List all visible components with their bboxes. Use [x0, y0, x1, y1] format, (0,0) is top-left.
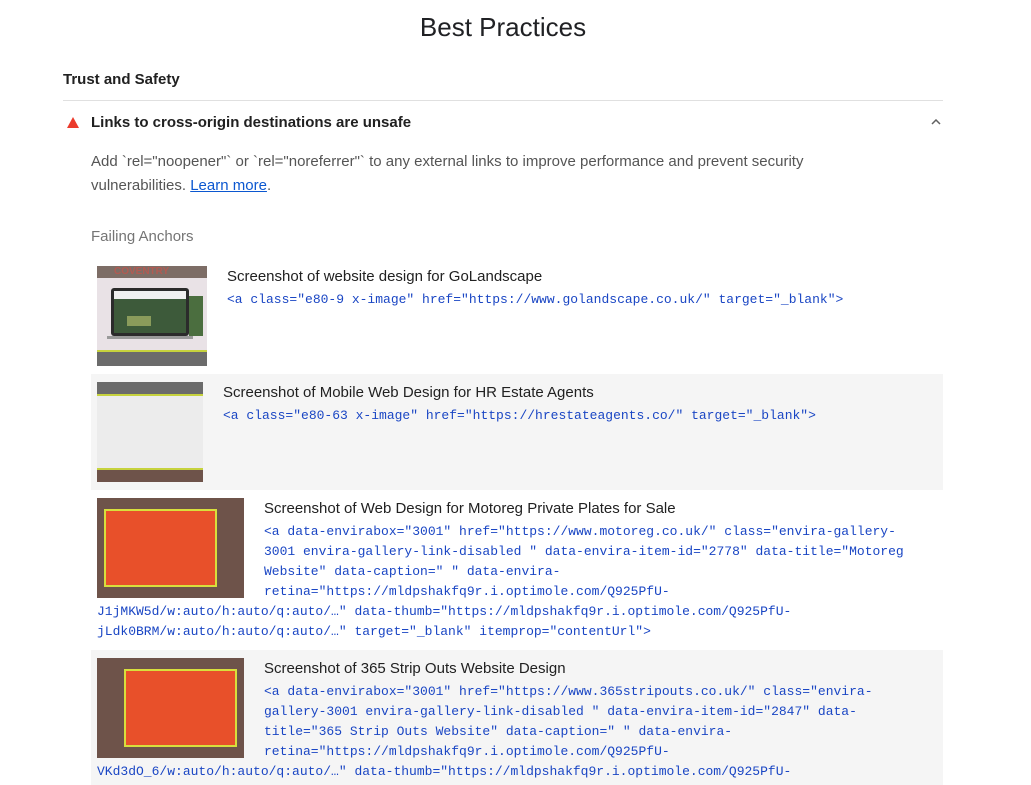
table-label: Failing Anchors	[91, 228, 194, 245]
snippet-line: J1jMKW5d/w:auto/h:auto/q:auto/…" data-th…	[97, 604, 792, 619]
snippet-line: <a data-envirabox="3001" href="https://w…	[264, 684, 873, 699]
node-label: Screenshot of website design for GoLands…	[227, 268, 543, 285]
thumb-brand-text: COVENTRY	[114, 266, 170, 277]
group-divider	[63, 100, 943, 101]
audit-title: Links to cross-origin destinations are u…	[91, 113, 412, 131]
thumbnail-image: COVENTRY	[97, 266, 207, 366]
snippet-line: VKd3dO_6/w:auto/h:auto/q:auto/…" data-th…	[97, 764, 792, 779]
table-row: Screenshot of Mobile Web Design for HR E…	[91, 374, 943, 490]
snippet-line: Website" data-caption=" " data-envira-	[264, 564, 561, 579]
snippet-line: title="365 Strip Outs Website" data-capt…	[264, 724, 733, 739]
node-snippet: <a data-envirabox="3001" href="https://w…	[91, 682, 943, 785]
fail-triangle-icon	[67, 116, 79, 128]
snippet-line: <a class="e80-9 x-image" href="https://w…	[227, 292, 844, 307]
thumbnail-image	[97, 382, 203, 482]
node-label: Screenshot of 365 Strip Outs Website Des…	[264, 660, 566, 677]
node-label: Screenshot of Mobile Web Design for HR E…	[223, 384, 594, 401]
snippet-line: retina="https://mldpshakfq9r.i.optimole.…	[264, 744, 670, 759]
snippet-line: 3001 envira-gallery-link-disabled " data…	[264, 544, 904, 559]
audit-header[interactable]: Links to cross-origin destinations are u…	[63, 111, 943, 133]
best-practices-page: Best Practices Trust and Safety Links to…	[0, 0, 1031, 785]
table-row: COVENTRY Screenshot of website design fo…	[91, 258, 943, 372]
chevron-up-icon[interactable]	[929, 115, 943, 129]
node-snippet: <a data-envirabox="3001" href="https://w…	[91, 522, 943, 650]
node-label: Screenshot of Web Design for Motoreg Pri…	[264, 500, 676, 517]
snippet-line: jLdk0BRM/w:auto/h:auto/q:auto/…" target=…	[97, 624, 651, 639]
snippet-line: retina="https://mldpshakfq9r.i.optimole.…	[264, 584, 670, 599]
snippet-line: <a data-envirabox="3001" href="https://w…	[264, 524, 896, 539]
category-title: Best Practices	[419, 12, 587, 42]
learn-more-link[interactable]: Learn more	[190, 177, 267, 194]
audit-description: Add `rel="noopener"` or `rel="noreferrer…	[91, 150, 861, 198]
snippet-line: <a class="e80-63 x-image" href="https://…	[223, 408, 816, 423]
table-row: Screenshot of Web Design for Motoreg Pri…	[91, 490, 943, 650]
snippet-line: gallery-3001 envira-gallery-link-disable…	[264, 704, 857, 719]
table-row: Screenshot of 365 Strip Outs Website Des…	[91, 650, 943, 785]
description-end: .	[266, 177, 272, 194]
group-title: Trust and Safety	[63, 71, 180, 88]
